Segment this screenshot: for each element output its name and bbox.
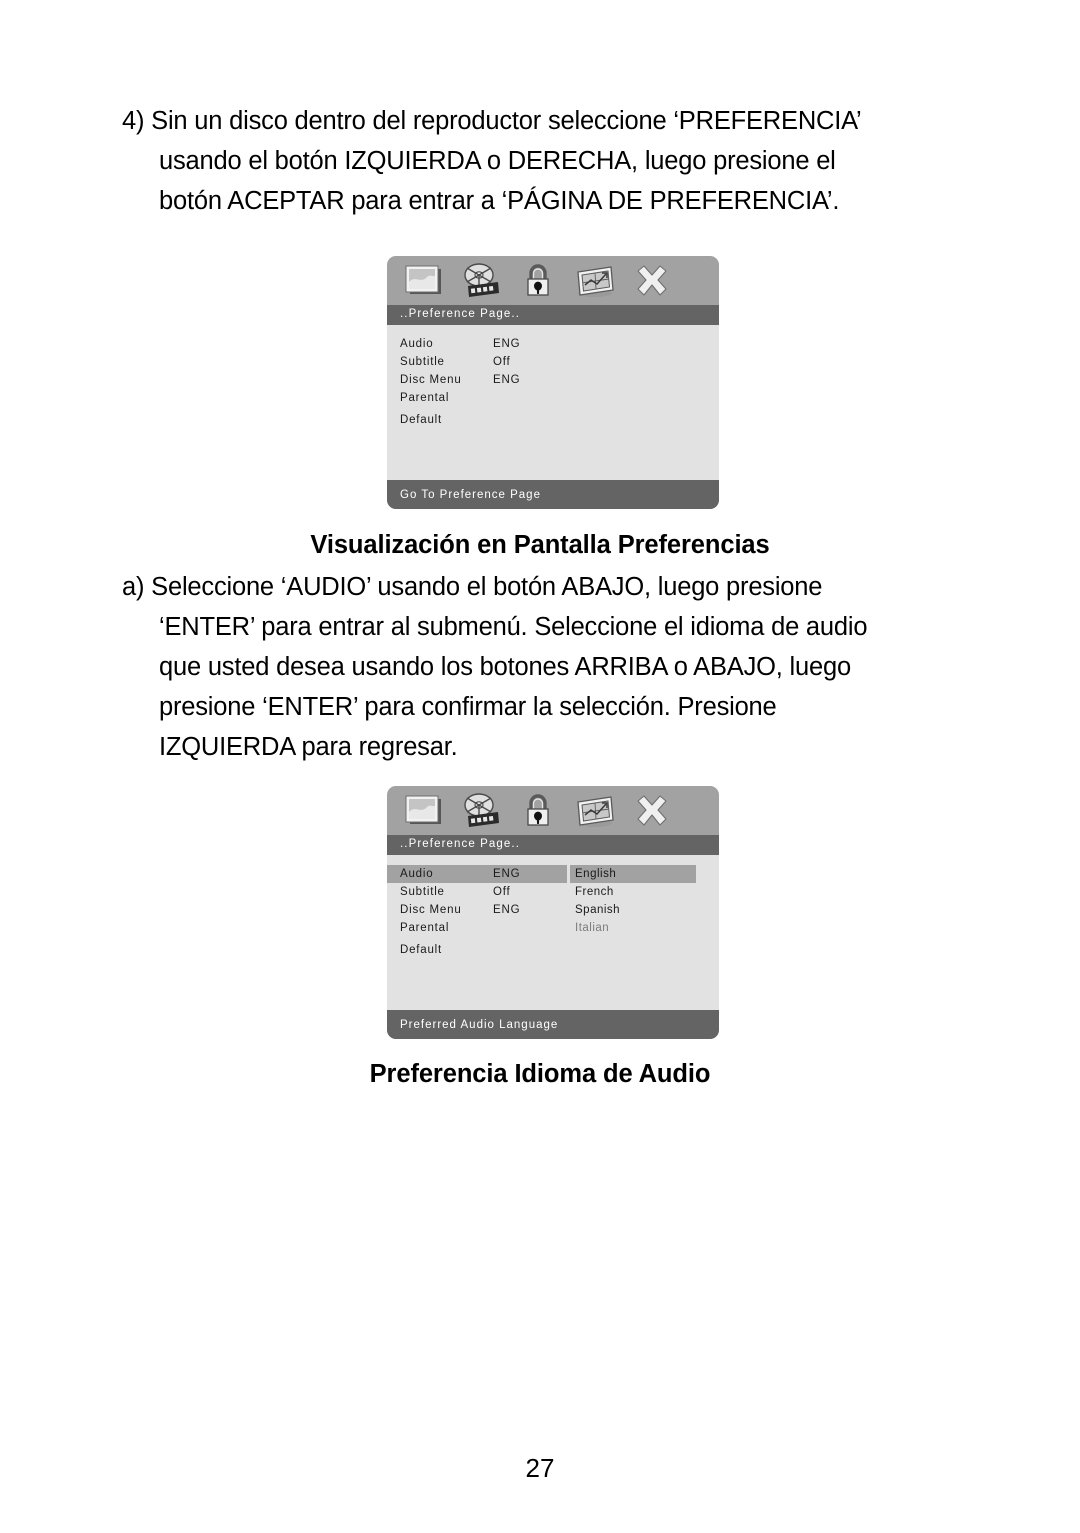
close-x-icon[interactable] (629, 792, 675, 830)
osd-status-bar: Go To Preference Page (387, 480, 719, 509)
osd-menu-label: Parental (400, 392, 450, 404)
osd-menu-label: Disc Menu (400, 904, 462, 916)
osd-menu-value: ENG (493, 374, 521, 386)
osd-menu-value: ENG (493, 904, 521, 916)
osd-audio-language-screen: ..Preference Page.. Audio ENG Subtitle O… (387, 786, 719, 1039)
osd-menu-item-default[interactable]: Default (387, 411, 567, 429)
page-number: 27 (525, 1453, 555, 1483)
film-reel-icon[interactable] (458, 262, 504, 300)
stepa-line-3: que usted desea usando los botones ARRIB… (159, 653, 851, 681)
osd-status-text: Preferred Audio Language (400, 1018, 559, 1031)
osd-submenu-item-italian[interactable]: Italian (570, 919, 696, 937)
osd-status-bar: Preferred Audio Language (387, 1010, 719, 1039)
osd-icon-bar (387, 786, 719, 835)
osd-title-bar: ..Preference Page.. (387, 305, 719, 325)
osd-menu-item-default[interactable]: Default (387, 941, 567, 959)
stepa-line-4: presione ‘ENTER’ para confirmar la selec… (159, 693, 777, 721)
osd-submenu-item-spanish[interactable]: Spanish (570, 901, 696, 919)
osd-menu-list: Audio ENG Subtitle Off Disc Menu ENG Par… (387, 865, 567, 959)
step4-line-1: 4) Sin un disco dentro del reproductor s… (122, 107, 862, 135)
osd-submenu-item-english[interactable]: English (570, 865, 696, 883)
osd-icon-bar (387, 256, 719, 305)
osd-title: ..Preference Page.. (400, 838, 520, 851)
osd-menu-list: Audio ENG Subtitle Off Disc Menu ENG Par… (387, 335, 567, 429)
osd-title: ..Preference Page.. (400, 308, 520, 321)
osd-menu-value: Off (493, 356, 511, 368)
document-page: 4) Sin un disco dentro del reproductor s… (0, 0, 1080, 1533)
stepa-line-5: IZQUIERDA para regresar. (159, 733, 458, 761)
step4-line-3: botón ACEPTAR para entrar a ‘PÁGINA DE P… (159, 187, 840, 215)
osd-menu-label: Audio (400, 338, 434, 350)
padlock-icon[interactable] (515, 262, 561, 300)
osd-body: Audio ENG Subtitle Off Disc Menu ENG Par… (387, 855, 719, 1010)
osd-audio-language-submenu: English French Spanish Italian (570, 865, 696, 937)
instruction-step-4: 4) Sin un disco dentro del reproductor s… (122, 101, 862, 221)
padlock-icon[interactable] (515, 792, 561, 830)
osd-status-text: Go To Preference Page (400, 488, 541, 501)
osd-menu-item-parental[interactable]: Parental (387, 919, 567, 937)
film-reel-icon[interactable] (458, 792, 504, 830)
instruction-step-a: a) Seleccione ‘AUDIO’ usando el botón AB… (122, 567, 868, 767)
osd-menu-value: ENG (493, 868, 521, 880)
heading-osd-preferences: Visualización en Pantalla Preferencias (310, 531, 770, 559)
osd-body: Audio ENG Subtitle Off Disc Menu ENG Par… (387, 325, 719, 480)
osd-submenu-item-french[interactable]: French (570, 883, 696, 901)
osd-menu-item-disc-menu[interactable]: Disc Menu ENG (387, 371, 567, 389)
close-x-icon[interactable] (629, 262, 675, 300)
osd-menu-item-subtitle[interactable]: Subtitle Off (387, 883, 567, 901)
step4-line-2: usando el botón IZQUIERDA o DERECHA, lue… (159, 147, 836, 175)
heading-audio-language-preference: Preferencia Idioma de Audio (369, 1060, 711, 1088)
osd-menu-item-audio[interactable]: Audio ENG (387, 335, 567, 353)
osd-menu-item-subtitle[interactable]: Subtitle Off (387, 353, 567, 371)
picture-frame-icon[interactable] (401, 262, 447, 300)
osd-menu-value: Off (493, 886, 511, 898)
preferences-chart-icon[interactable] (572, 792, 618, 830)
osd-menu-label: Audio (400, 868, 434, 880)
osd-menu-label: Default (400, 414, 443, 426)
osd-title-bar: ..Preference Page.. (387, 835, 719, 855)
preferences-chart-icon[interactable] (572, 262, 618, 300)
osd-menu-item-audio[interactable]: Audio ENG (387, 865, 567, 883)
osd-menu-label: Parental (400, 922, 450, 934)
osd-menu-label: Subtitle (400, 886, 445, 898)
osd-menu-label: Default (400, 944, 443, 956)
osd-menu-label: Subtitle (400, 356, 445, 368)
picture-frame-icon[interactable] (401, 792, 447, 830)
osd-preference-page-screen: ..Preference Page.. Audio ENG Subtitle O… (387, 256, 719, 509)
osd-menu-item-disc-menu[interactable]: Disc Menu ENG (387, 901, 567, 919)
osd-menu-value: ENG (493, 338, 521, 350)
stepa-line-2: ‘ENTER’ para entrar al submenú. Seleccio… (159, 613, 868, 641)
osd-menu-label: Disc Menu (400, 374, 462, 386)
osd-menu-item-parental[interactable]: Parental (387, 389, 567, 407)
stepa-line-1: a) Seleccione ‘AUDIO’ usando el botón AB… (122, 573, 823, 601)
